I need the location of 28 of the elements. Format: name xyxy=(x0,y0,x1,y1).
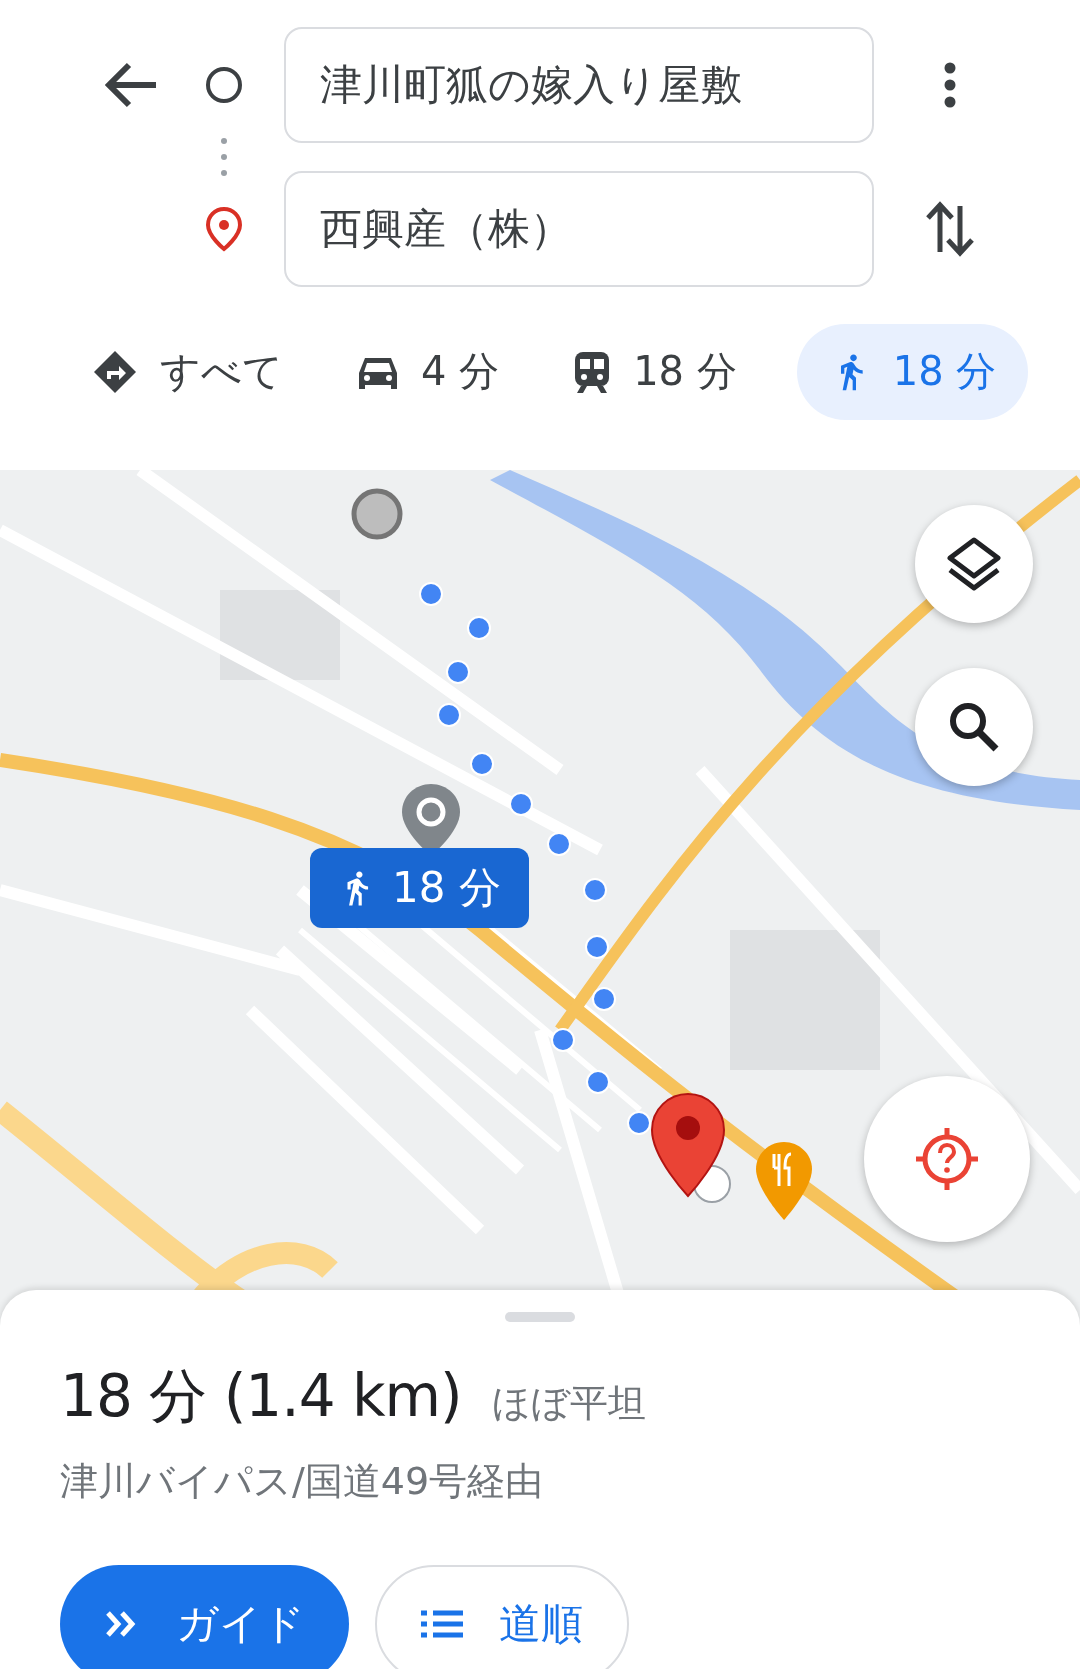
travel-mode-tab[interactable]: 18 分 xyxy=(559,323,767,420)
route-via: 津川バイパス/国道49号経由 xyxy=(60,1458,545,1505)
route-dots-icon xyxy=(221,138,227,176)
destination-pin-icon xyxy=(650,1092,734,1204)
terrain-label: ほぼ平坦 xyxy=(491,1380,646,1427)
layers-icon xyxy=(946,536,1002,592)
travel-mode-tab[interactable]: すべて xyxy=(78,323,313,420)
restaurant-pin-icon xyxy=(754,1140,814,1222)
route-time-label: 18 分 xyxy=(310,848,529,928)
travel-mode-tab[interactable]: 4 分 xyxy=(343,323,530,420)
directions-icon xyxy=(92,348,138,395)
origin-circle-icon xyxy=(205,66,243,104)
drag-handle[interactable] xyxy=(505,1312,575,1322)
swap-icon[interactable] xyxy=(924,200,975,258)
more-options-icon[interactable] xyxy=(942,62,957,108)
back-icon[interactable] xyxy=(104,62,158,108)
route-duration: 18 分 (1.4 km) xyxy=(60,1361,462,1432)
search-icon xyxy=(948,701,1000,753)
steps-button[interactable]: 道順 xyxy=(375,1565,629,1669)
list-icon xyxy=(421,1609,463,1639)
location-help-icon xyxy=(914,1126,980,1192)
guide-button[interactable]: ガイド xyxy=(60,1565,349,1669)
train-icon xyxy=(573,349,612,394)
origin-field[interactable]: 津川町狐の嫁入り屋敷 xyxy=(284,27,874,143)
destination-pin-icon xyxy=(205,206,243,252)
travel-mode-tab[interactable]: 18 分 xyxy=(796,323,1029,420)
start-marker-icon xyxy=(350,487,404,541)
destination-field[interactable]: 西興産（株） xyxy=(284,171,874,287)
